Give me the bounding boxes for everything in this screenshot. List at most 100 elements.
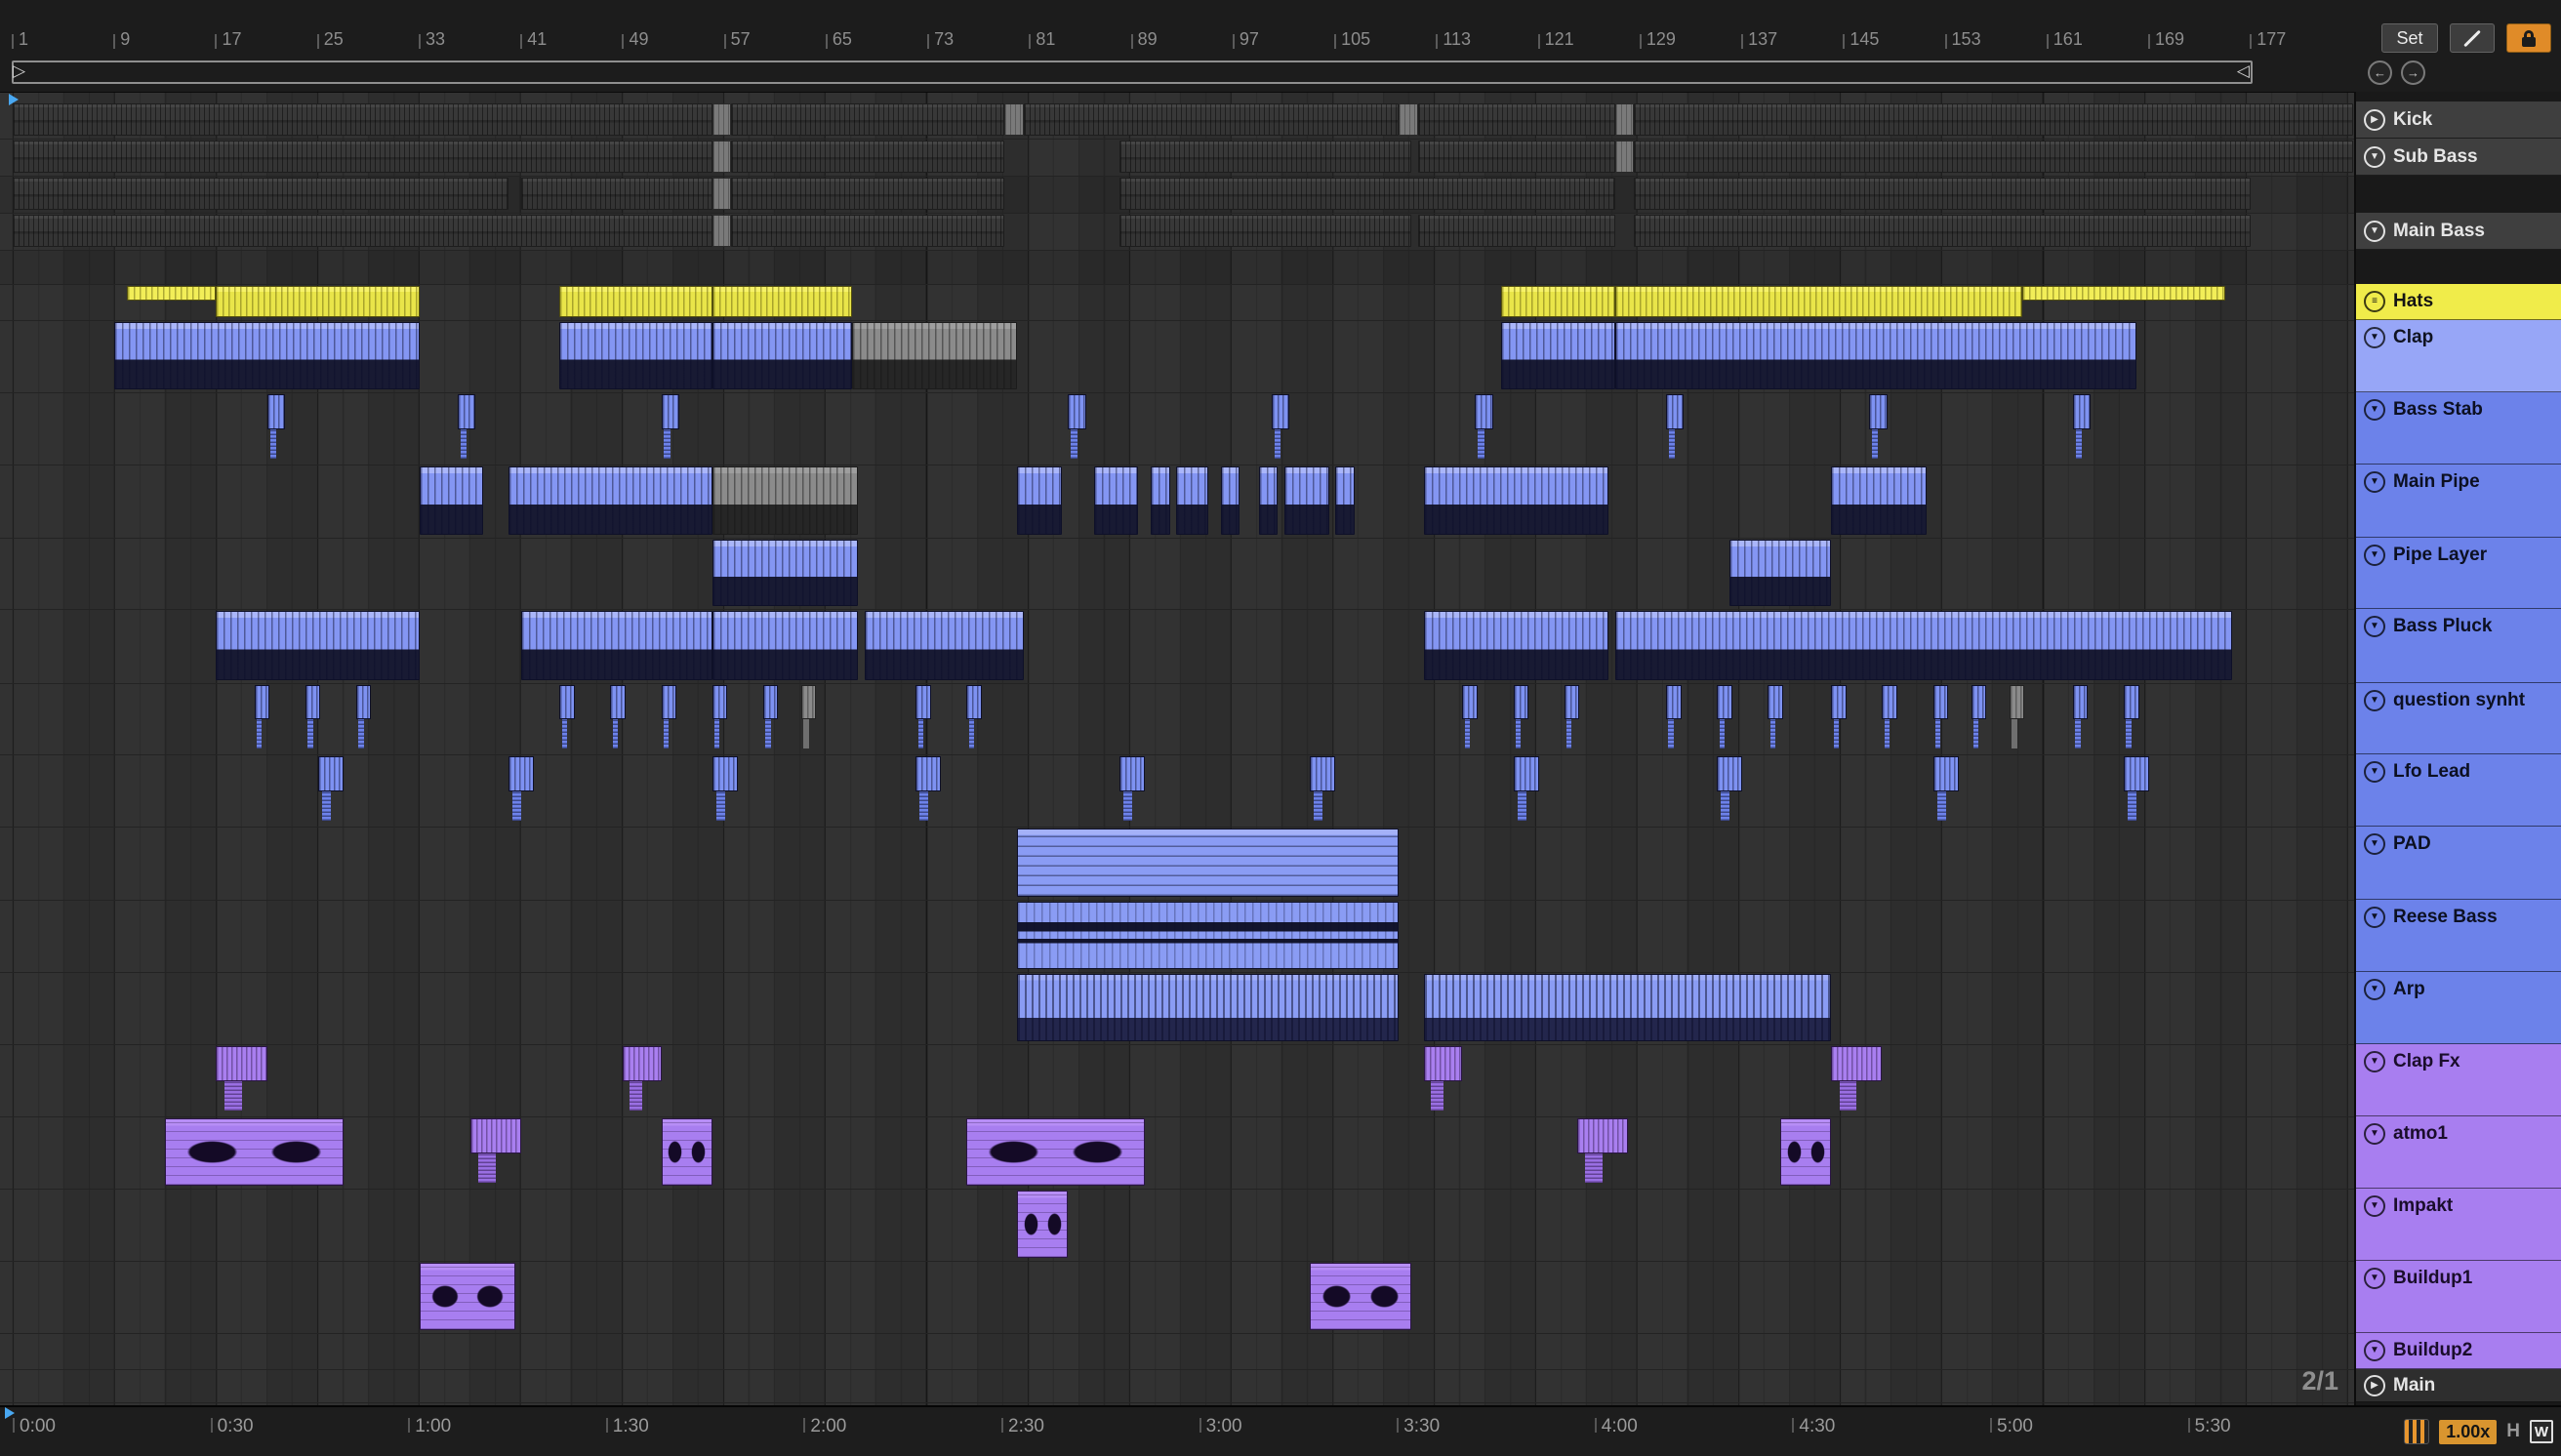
- track-header-impakt[interactable]: ▼ Impakt: [2356, 1189, 2561, 1261]
- clip[interactable]: [1017, 466, 1062, 535]
- clip[interactable]: [1665, 685, 1682, 751]
- fold-icon[interactable]: ▼: [2364, 979, 2385, 1000]
- clip[interactable]: [254, 685, 270, 751]
- clip[interactable]: [711, 103, 732, 136]
- fold-icon[interactable]: ▼: [2364, 690, 2385, 711]
- clip[interactable]: [1576, 1118, 1628, 1186]
- clip[interactable]: [1780, 1118, 1832, 1186]
- clip[interactable]: [1768, 685, 1783, 751]
- track-lane-arp[interactable]: [0, 973, 2354, 1045]
- time-ruler[interactable]: 0:00 0:30 1:00 1:30 2:00 2:30 3:00 3:30 4:00 4:30…: [0, 1405, 2561, 1456]
- clip[interactable]: [711, 178, 732, 210]
- fold-icon[interactable]: ▼: [2364, 907, 2385, 928]
- clip[interactable]: [711, 685, 728, 751]
- clip[interactable]: [419, 466, 484, 535]
- clip[interactable]: [1971, 685, 1987, 751]
- clip[interactable]: [1634, 178, 2252, 210]
- clip[interactable]: [266, 394, 286, 462]
- track-header-hats[interactable]: ≡ Hats: [2356, 284, 2561, 320]
- track-header-kick[interactable]: ▶ Kick: [2356, 101, 2561, 139]
- fold-icon[interactable]: ▼: [2364, 761, 2385, 783]
- track-lane-spacer[interactable]: [0, 177, 2354, 214]
- track-header-clap[interactable]: ▼ Clap: [2356, 320, 2561, 392]
- clip[interactable]: [317, 756, 344, 824]
- clip[interactable]: [1869, 394, 1888, 462]
- clip[interactable]: [559, 685, 575, 751]
- clip[interactable]: [1564, 685, 1580, 751]
- track-lane-bass-pluck[interactable]: [0, 610, 2354, 684]
- clip[interactable]: [1513, 756, 1539, 824]
- clip[interactable]: [731, 178, 1005, 210]
- clip[interactable]: [1831, 1046, 1883, 1113]
- clip[interactable]: [1017, 974, 1400, 1041]
- fold-icon[interactable]: ▼: [2364, 1051, 2385, 1072]
- clip[interactable]: [305, 685, 321, 751]
- clip[interactable]: [2123, 685, 2139, 751]
- play-icon[interactable]: ▶: [2364, 1374, 2385, 1396]
- track-lane-kick[interactable]: [0, 102, 2354, 140]
- clip[interactable]: [2123, 756, 2150, 824]
- clip[interactable]: [1614, 103, 1635, 136]
- track-header-pipe-layer[interactable]: ▼ Pipe Layer: [2356, 538, 2561, 609]
- clip[interactable]: [711, 141, 732, 173]
- h-zoom-button[interactable]: H: [2506, 1421, 2520, 1442]
- clip[interactable]: [2072, 685, 2089, 751]
- clip[interactable]: [419, 1263, 515, 1330]
- w-zoom-button[interactable]: W: [2530, 1420, 2553, 1443]
- clip[interactable]: [521, 611, 712, 680]
- track-header-arp[interactable]: ▼ Arp: [2356, 972, 2561, 1044]
- clip[interactable]: [1258, 466, 1279, 535]
- clip[interactable]: [1882, 685, 1897, 751]
- clip[interactable]: [731, 141, 1005, 173]
- track-lane-pipe-layer[interactable]: [0, 539, 2354, 610]
- clip[interactable]: [13, 178, 509, 210]
- track-header-sub-bass[interactable]: ▼ Sub Bass: [2356, 139, 2561, 176]
- clip[interactable]: [127, 286, 217, 302]
- track-header-reese-bass[interactable]: ▼ Reese Bass: [2356, 900, 2561, 972]
- clip[interactable]: [13, 103, 712, 136]
- clip[interactable]: [915, 756, 942, 824]
- clip[interactable]: [1634, 215, 2252, 247]
- track-lane-clap-fx[interactable]: [0, 1045, 2354, 1117]
- clip[interactable]: [1151, 466, 1170, 535]
- track-header-atmo1[interactable]: ▼ atmo1: [2356, 1116, 2561, 1189]
- track-lane-buildup2[interactable]: [0, 1334, 2354, 1370]
- track-header-pad[interactable]: ▼ PAD: [2356, 827, 2561, 900]
- clip[interactable]: [1717, 685, 1732, 751]
- clip[interactable]: [1614, 141, 1635, 173]
- clip[interactable]: [711, 215, 732, 247]
- clip[interactable]: [216, 286, 420, 317]
- fold-icon[interactable]: ▼: [2364, 220, 2385, 242]
- clip[interactable]: [1729, 540, 1832, 606]
- clip[interactable]: [1017, 1191, 1069, 1258]
- clip[interactable]: [1634, 141, 2353, 173]
- fold-icon[interactable]: ▼: [2364, 1123, 2385, 1145]
- clip[interactable]: [1220, 466, 1240, 535]
- clip[interactable]: [711, 540, 859, 606]
- clip[interactable]: [711, 466, 859, 535]
- clip[interactable]: [623, 1046, 662, 1113]
- fold-icon[interactable]: ▼: [2364, 1268, 2385, 1289]
- clip[interactable]: [711, 611, 859, 680]
- clip[interactable]: [458, 394, 476, 462]
- track-header-buildup2[interactable]: ▼ Buildup2: [2356, 1333, 2561, 1369]
- clip[interactable]: [13, 141, 712, 173]
- track-lane-main[interactable]: [0, 1370, 2354, 1403]
- clip[interactable]: [1717, 756, 1743, 824]
- clip[interactable]: [966, 1118, 1145, 1186]
- clip[interactable]: [1614, 322, 2136, 389]
- track-header-main-bass[interactable]: ▼ Main Bass: [2356, 213, 2561, 250]
- clip[interactable]: [610, 685, 626, 751]
- clip[interactable]: [355, 685, 372, 751]
- clip[interactable]: [1424, 466, 1609, 535]
- clip[interactable]: [1831, 466, 1927, 535]
- track-header-buildup1[interactable]: ▼ Buildup1: [2356, 1261, 2561, 1333]
- clip[interactable]: [559, 322, 712, 389]
- clip[interactable]: [661, 394, 679, 462]
- clip[interactable]: [1068, 394, 1086, 462]
- fold-icon[interactable]: ▼: [2364, 1340, 2385, 1361]
- clip[interactable]: [13, 215, 712, 247]
- clip[interactable]: [915, 685, 931, 751]
- clip[interactable]: [1831, 685, 1847, 751]
- track-lane-pad[interactable]: [0, 828, 2354, 901]
